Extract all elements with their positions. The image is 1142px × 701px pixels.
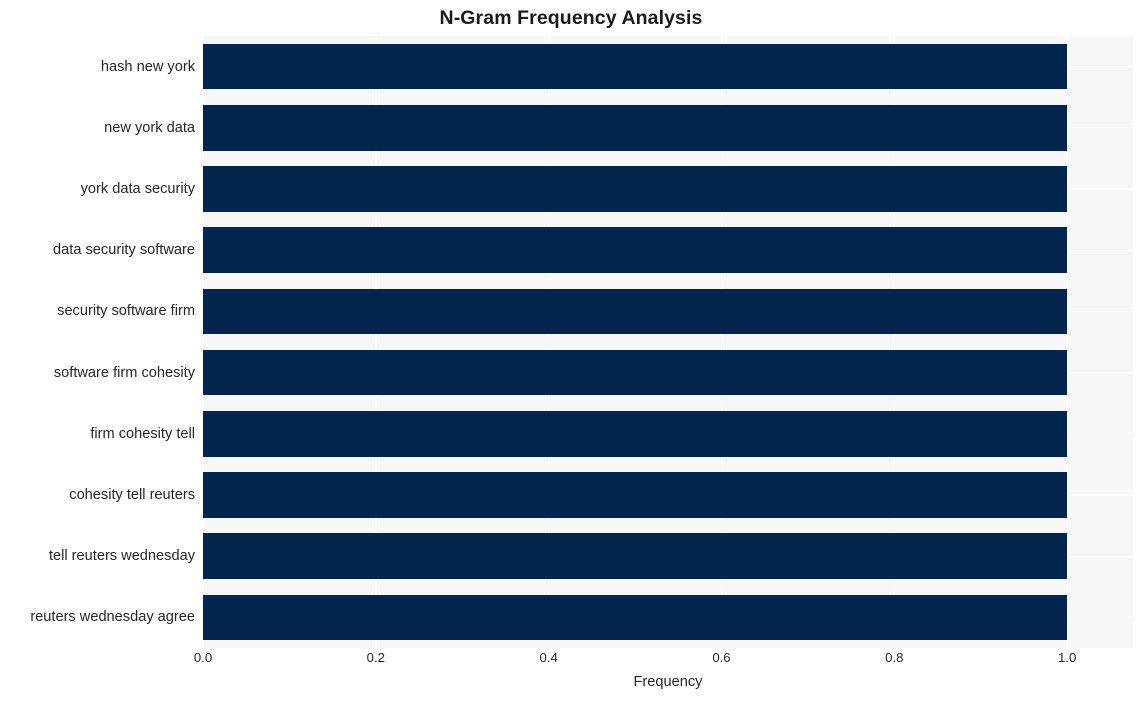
bar <box>203 105 1068 151</box>
bar <box>203 472 1068 518</box>
bar <box>203 166 1068 212</box>
bar <box>203 533 1068 579</box>
bar <box>203 411 1068 457</box>
bars-layer <box>203 36 1133 648</box>
y-tick-label: hash new york <box>100 58 195 75</box>
y-tick-label: reuters wednesday agree <box>30 609 195 626</box>
y-axis-tick-labels: hash new york new york data york data secu… <box>0 36 203 648</box>
x-tick-label: 0.0 <box>193 650 213 665</box>
bar <box>203 349 1068 396</box>
bar <box>203 594 1068 641</box>
y-tick-label: software firm cohesity <box>53 364 195 381</box>
y-tick-label: data security software <box>53 242 195 259</box>
x-axis-tick-labels: 0.0 0.2 0.4 0.6 0.8 1.0 <box>194 650 1133 674</box>
bar <box>203 43 1068 90</box>
x-tick-label: 0.6 <box>712 650 731 665</box>
bar <box>203 227 1068 273</box>
chart-figure: N-Gram Frequency Analysis hash new york n… <box>0 0 1142 701</box>
y-tick-label: york data security <box>80 181 195 197</box>
y-tick-label: firm cohesity tell <box>90 425 195 442</box>
plot-area <box>203 36 1133 648</box>
x-tick-label: 1.0 <box>1057 650 1077 665</box>
chart-title: N-Gram Frequency Analysis <box>439 7 703 29</box>
y-tick-label: cohesity tell reuters <box>69 487 195 503</box>
x-axis-label: Frequency <box>633 674 703 690</box>
bar <box>203 288 1068 335</box>
y-tick-label: tell reuters wednesday <box>48 548 195 565</box>
y-tick-label: security software firm <box>57 303 195 320</box>
x-tick-label: 0.4 <box>539 650 558 665</box>
x-tick-label: 0.8 <box>885 650 904 665</box>
x-tick-label: 0.2 <box>366 650 385 665</box>
y-tick-label: new york data <box>104 119 195 136</box>
